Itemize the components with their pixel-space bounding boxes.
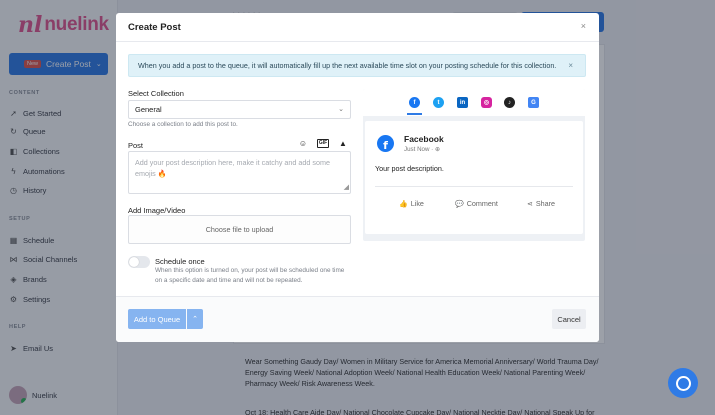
- post-textarea[interactable]: Add your post description here, make it …: [128, 151, 351, 194]
- gif-label: GIF: [316, 139, 330, 148]
- media-label: Add Image/Video: [128, 206, 186, 215]
- close-icon[interactable]: ×: [581, 21, 586, 31]
- tiktok-icon[interactable]: ♪: [504, 97, 515, 108]
- schedule-once-help: When this option is turned on, your post…: [155, 267, 345, 284]
- share-button[interactable]: ⋖ Share: [527, 199, 555, 208]
- comment-label: Comment: [466, 199, 498, 208]
- chevron-up-icon[interactable]: ⌃: [187, 309, 203, 329]
- schedule-once-label: Schedule once: [155, 257, 205, 266]
- info-text: When you add a post to the queue, it wil…: [138, 61, 557, 70]
- page-name: Facebook: [404, 134, 444, 144]
- comment-icon: 💬: [455, 200, 464, 208]
- share-icon: ⋖: [527, 200, 533, 208]
- comment-button[interactable]: 💬 Comment: [455, 199, 498, 208]
- divider: [375, 186, 573, 187]
- collection-value: General: [135, 105, 162, 114]
- linkedin-icon[interactable]: in: [457, 97, 468, 108]
- collection-select[interactable]: General ⌄: [128, 100, 351, 119]
- like-button[interactable]: 👍 Like: [399, 199, 424, 208]
- help-chat-button[interactable]: [668, 368, 698, 398]
- like-label: Like: [410, 199, 424, 208]
- cancel-button[interactable]: Cancel: [552, 309, 586, 329]
- chevron-down-icon: ⌄: [338, 106, 344, 113]
- post-label: Post: [128, 141, 144, 150]
- google-business-icon[interactable]: G: [528, 97, 539, 108]
- collection-label: Select Collection: [128, 89, 184, 98]
- modal-header: Create Post ×: [116, 13, 599, 42]
- modal-title: Create Post: [128, 22, 181, 33]
- info-alert: When you add a post to the queue, it wil…: [128, 54, 586, 77]
- twitter-icon[interactable]: t: [433, 97, 444, 108]
- gif-icon[interactable]: GIF: [316, 137, 330, 150]
- post-description: Your post description.: [375, 164, 444, 173]
- active-tab-indicator: [407, 113, 422, 115]
- instagram-icon[interactable]: ◎: [481, 97, 492, 108]
- twitter-glyph: t: [437, 99, 440, 106]
- resize-handle-icon[interactable]: ◢: [344, 182, 349, 193]
- google-business-glyph: G: [531, 99, 536, 106]
- post-time: Just Now · ⊕: [404, 146, 441, 153]
- network-tabs: f t in ◎ ♪ G: [363, 89, 585, 116]
- facebook-icon: f: [377, 135, 394, 152]
- file-upload-dropzone[interactable]: Choose file to upload: [128, 215, 351, 244]
- post-placeholder: Add your post description here, make it …: [135, 158, 330, 178]
- thumbs-up-icon: 👍: [399, 200, 408, 208]
- emoji-icon[interactable]: ☺: [296, 137, 310, 150]
- linkedin-glyph: in: [459, 99, 466, 106]
- schedule-once-toggle[interactable]: [128, 256, 150, 268]
- post-preview: f t in ◎ ♪ G f Facebook Just Now · ⊕ You…: [363, 89, 585, 241]
- instagram-glyph: ◎: [483, 100, 490, 106]
- facebook-icon[interactable]: f: [409, 97, 420, 108]
- share-label: Share: [535, 199, 556, 208]
- create-post-modal: Create Post × When you add a post to the…: [116, 13, 599, 342]
- media-library-icon[interactable]: ▲: [336, 137, 350, 150]
- collection-help: Choose a collection to add this post to.: [128, 121, 238, 128]
- tiktok-glyph: ♪: [508, 99, 511, 106]
- facebook-glyph: f: [413, 99, 416, 106]
- facebook-post-card: f Facebook Just Now · ⊕ Your post descri…: [365, 121, 583, 234]
- add-to-queue-button[interactable]: Add to Queue: [128, 309, 186, 329]
- upload-label: Choose file to upload: [205, 225, 274, 234]
- close-icon[interactable]: ×: [568, 61, 573, 70]
